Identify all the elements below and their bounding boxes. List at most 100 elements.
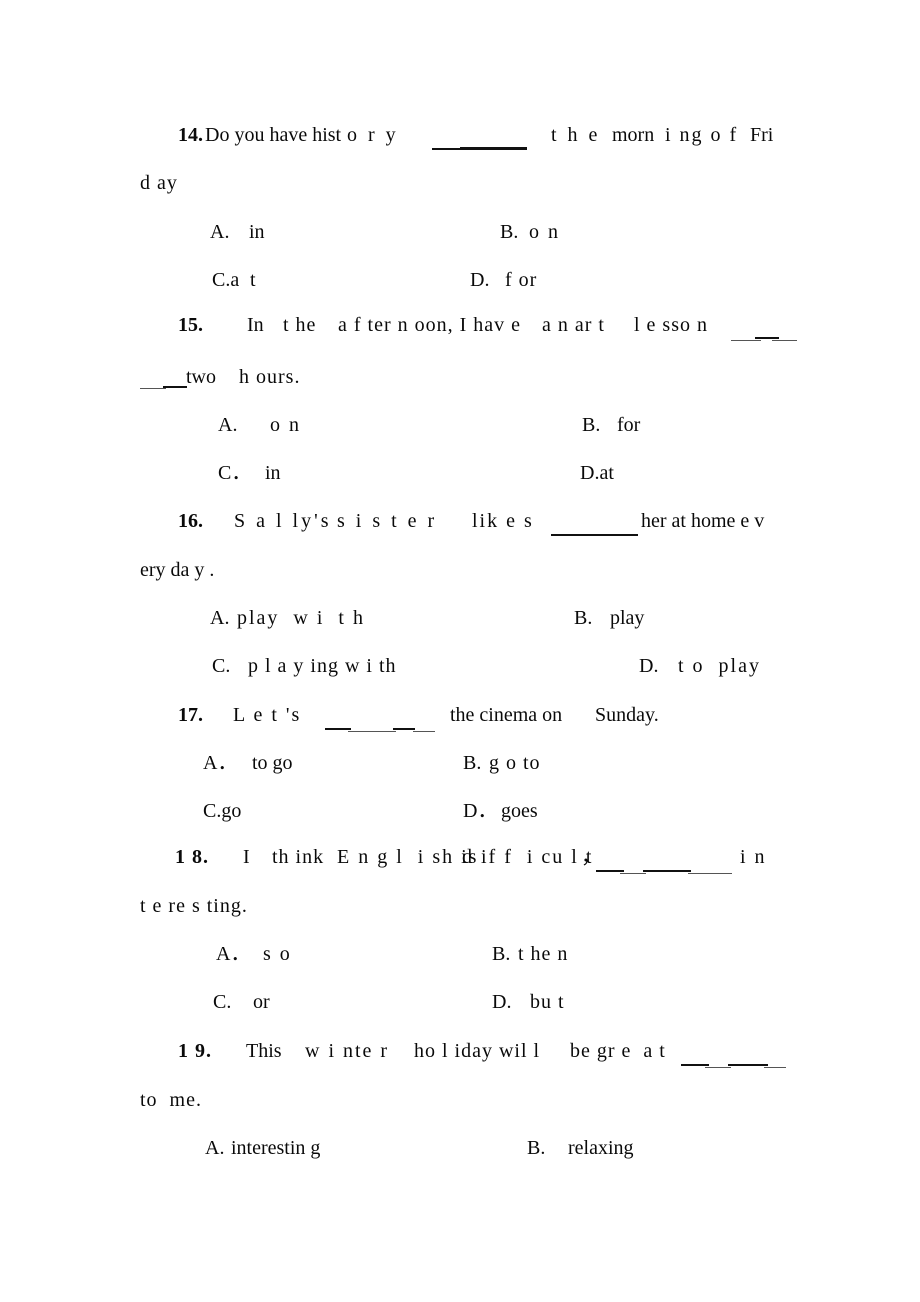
question-15-blank-segment-4 <box>140 388 166 389</box>
question-19-blank-segment-1 <box>681 1064 709 1066</box>
question-15-stem-part-2: t he <box>283 314 317 336</box>
question-19-blank-segment-2 <box>705 1067 731 1068</box>
question-14-option-d-text[interactable]: f or <box>505 270 537 290</box>
question-14-number: 14. <box>178 124 203 146</box>
question-14-stem-line-2: d ay <box>140 172 178 194</box>
question-15-option-b-label[interactable]: B. <box>582 415 600 435</box>
question-14-option-b-label[interactable]: B. <box>500 222 518 242</box>
question-15-option-d-label[interactable]: D.at <box>580 463 614 483</box>
question-15-blank-segment-2 <box>755 337 779 339</box>
question-17-blank-segment-3 <box>393 728 415 730</box>
question-16-option-b-text[interactable]: play <box>610 608 644 628</box>
question-19-stem-part-4: be gr e a t <box>570 1040 666 1062</box>
question-16-stem-part-4: her at home e v <box>641 510 765 532</box>
question-19-option-b-text[interactable]: relaxing <box>568 1138 634 1158</box>
question-14-option-a-label[interactable]: A. <box>210 222 229 242</box>
question-16-blank <box>551 534 638 536</box>
question-17-number: 17. <box>178 704 203 726</box>
question-16-option-d-text[interactable]: t o play <box>678 656 761 676</box>
question-17-stem-part-3: Sunday. <box>595 704 659 726</box>
question-17-option-a-label[interactable]: A． <box>203 753 237 773</box>
question-18-blank-segment-1 <box>596 870 624 872</box>
question-15-number: 15. <box>178 314 203 336</box>
question-19-blank-segment-3 <box>728 1064 768 1066</box>
question-18-blank-segment-2 <box>620 873 646 874</box>
question-18-blank-segment-4 <box>688 873 732 874</box>
question-16-option-b-label[interactable]: B. <box>574 608 592 628</box>
question-17-stem-part-2: the cinema on <box>450 704 563 726</box>
question-15-option-c-label[interactable]: C． <box>218 463 251 483</box>
question-15-stem-part-4: a n ar t <box>542 314 605 336</box>
question-14-option-d-label[interactable]: D. <box>470 270 489 290</box>
question-18-stem-part-2: th ink <box>272 846 325 868</box>
question-14-blank-segment-2 <box>460 147 527 150</box>
question-17-option-d-label[interactable]: D． <box>463 801 497 821</box>
question-15-option-b-text[interactable]: for <box>617 415 640 435</box>
question-14-stem-part-5: i ng o f <box>665 124 739 146</box>
question-16-option-a-text[interactable]: play w i t h <box>237 608 365 628</box>
question-18-option-a-text[interactable]: s o <box>263 944 292 964</box>
question-14-option-b-text[interactable]: o n <box>529 222 560 242</box>
question-18-stem-comma: ， <box>581 846 601 868</box>
question-15-stem-part-1: In <box>247 314 264 336</box>
question-16-option-a-label[interactable]: A. <box>210 608 229 628</box>
question-18-stem-part-5: i n <box>740 846 767 868</box>
question-14-stem-part-4: morn <box>612 124 655 146</box>
question-16-number: 16. <box>178 510 203 532</box>
question-16-stem-line-2: ery da y . <box>140 559 215 581</box>
question-18-number: 1 8. <box>175 846 209 868</box>
question-17-option-d-text[interactable]: goes <box>501 801 538 821</box>
question-17-option-b-text[interactable]: g o to <box>489 753 541 773</box>
question-15-stem-part-5: l e sso n <box>634 314 708 336</box>
question-17-option-c-label[interactable]: C.go <box>203 801 241 821</box>
question-19-option-b-label[interactable]: B. <box>527 1138 545 1158</box>
document-page: 14. Do you have hist o r y t h e morn i … <box>0 0 920 1302</box>
question-17-stem-part-1: L e t 's <box>233 704 302 726</box>
question-16-stem-part-2: s i s t e r <box>337 510 438 532</box>
question-15-blank-segment-1 <box>731 340 761 341</box>
question-15-blank-segment-3 <box>772 340 797 341</box>
question-19-stem-part-1: This <box>246 1040 282 1062</box>
question-14-stem-part-1: Do you have hist <box>205 124 342 146</box>
question-19-stem-part-3: ho l iday wil l <box>414 1040 541 1062</box>
question-15-stem-line-2-part-2: h ours. <box>239 366 301 388</box>
question-14-option-c-label[interactable]: C.a <box>212 270 239 290</box>
question-18-blank-segment-3 <box>643 870 691 872</box>
question-14-stem-part-2: o r y <box>347 124 399 146</box>
question-19-option-a-text[interactable]: interestin g <box>231 1138 320 1158</box>
question-16-option-d-label[interactable]: D. <box>639 656 658 676</box>
question-15-option-a-label[interactable]: A. <box>218 415 237 435</box>
question-17-option-a-text[interactable]: to go <box>252 753 293 773</box>
question-15-stem-line-2-part-1: two <box>186 366 216 388</box>
question-18-option-d-text[interactable]: bu t <box>530 992 565 1012</box>
question-19-option-a-label[interactable]: A. <box>205 1138 224 1158</box>
question-14-blank-segment-1 <box>432 148 460 150</box>
question-18-option-b-text[interactable]: t he n <box>518 944 568 964</box>
question-19-stem-line-2: to me. <box>140 1089 202 1111</box>
question-18-option-c-label[interactable]: C. <box>213 992 231 1012</box>
question-16-option-c-label[interactable]: C. <box>212 656 230 676</box>
question-15-stem-part-3: a f ter n oon, I hav e <box>338 314 522 336</box>
question-18-option-a-label[interactable]: A． <box>216 944 250 964</box>
question-18-stem-part-4: d if f i cu l t <box>462 846 594 868</box>
question-16-option-c-text[interactable]: p l a y ing w i th <box>248 656 397 676</box>
question-18-option-d-label[interactable]: D. <box>492 992 511 1012</box>
question-17-blank-segment-2 <box>348 731 396 732</box>
question-15-option-c-text[interactable]: in <box>265 463 281 483</box>
question-15-option-a-text[interactable]: o n <box>270 415 301 435</box>
question-14-stem-part-3: t h e <box>551 124 601 146</box>
question-19-stem-part-2: w i nte r <box>305 1040 390 1062</box>
question-14-option-c-text[interactable]: t <box>250 270 256 290</box>
question-19-blank-segment-4 <box>764 1067 786 1068</box>
question-16-stem-part-1: S a l ly's <box>234 510 332 532</box>
question-15-blank-segment-5 <box>163 386 187 388</box>
question-18-stem-part-1: I <box>243 846 250 868</box>
question-14-option-a-text[interactable]: in <box>249 222 265 242</box>
question-17-option-b-label[interactable]: B. <box>463 753 481 773</box>
question-14-stem-part-6: Fri <box>750 124 774 146</box>
question-18-stem-line-2: t e re s ting. <box>140 895 248 917</box>
question-18-option-c-text[interactable]: or <box>253 992 270 1012</box>
question-17-blank-segment-4 <box>413 731 435 732</box>
question-16-stem-part-3: lik e s <box>472 510 534 532</box>
question-18-option-b-label[interactable]: B. <box>492 944 510 964</box>
